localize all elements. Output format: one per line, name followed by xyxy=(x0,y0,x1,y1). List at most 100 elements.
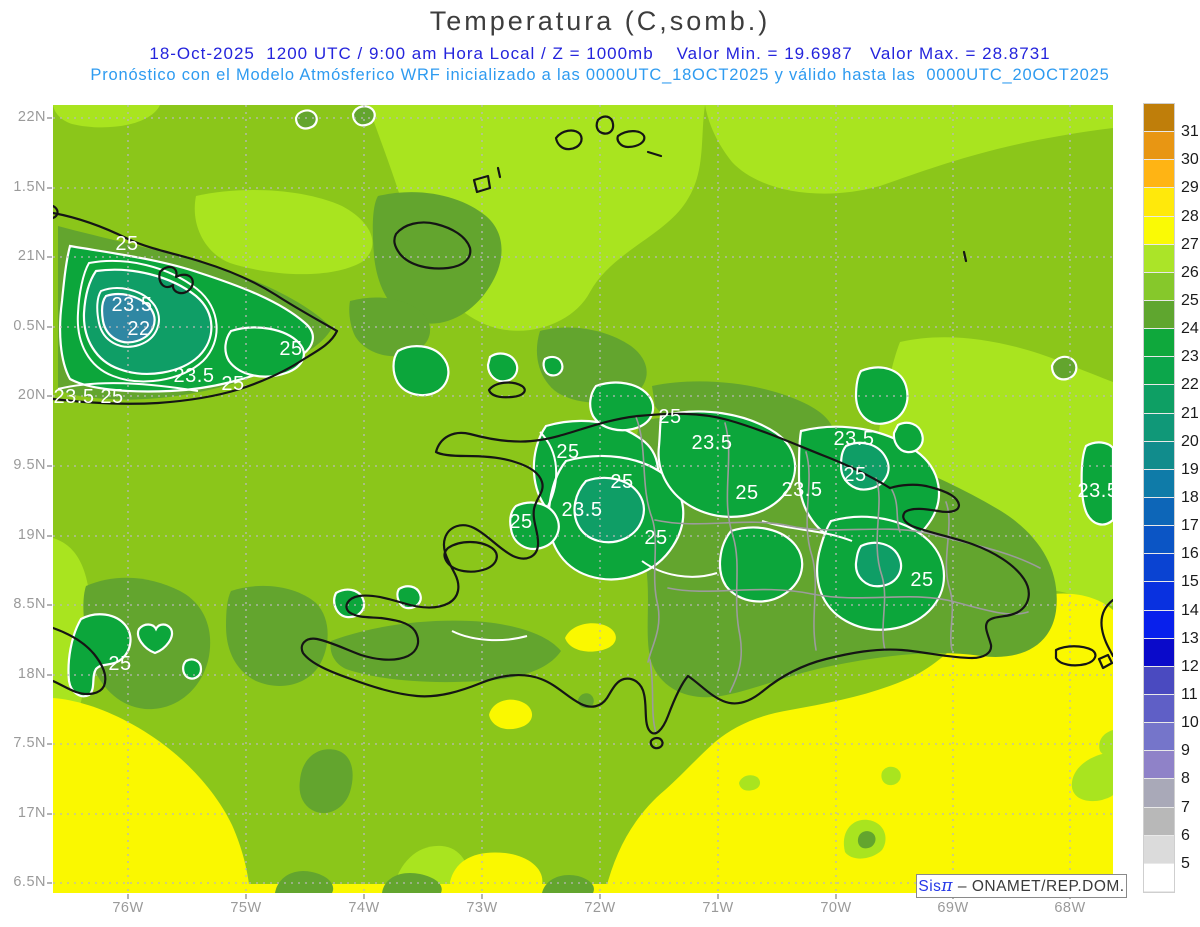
contour-value-label: 22 xyxy=(127,318,150,340)
lat-tick-label: 1.5N xyxy=(0,179,46,195)
colorbar-segment xyxy=(1144,470,1174,498)
colorbar-segment xyxy=(1144,414,1174,442)
colorbar-segment xyxy=(1144,498,1174,526)
lon-tick-label: 75W xyxy=(223,900,269,916)
lat-tick-label: 17N xyxy=(0,805,46,821)
colorbar-segment xyxy=(1144,695,1174,723)
contour-value-label: 25 xyxy=(735,482,758,504)
lon-tick-label: 71W xyxy=(695,900,741,916)
colorbar-segment xyxy=(1144,554,1174,582)
contour-value-label: 23.5 xyxy=(782,479,823,501)
colorbar-tick-label: 10 xyxy=(1181,714,1199,732)
colorbar-segment xyxy=(1144,160,1174,188)
colorbar-tick-label: 12 xyxy=(1181,658,1199,676)
colorbar-tick-label: 20 xyxy=(1181,433,1199,451)
contour-value-label: 23.5 xyxy=(692,432,733,454)
lon-tick-label: 76W xyxy=(105,900,151,916)
colorbar-segment xyxy=(1144,723,1174,751)
colorbar-segment xyxy=(1144,273,1174,301)
contour-value-label: 25 xyxy=(658,406,681,428)
colorbar-tick-label: 8 xyxy=(1181,770,1190,788)
colorbar-segment xyxy=(1144,385,1174,413)
pi-icon: π xyxy=(941,876,953,896)
sispi-logo-text: Sis xyxy=(918,878,941,895)
colorbar-segment xyxy=(1144,357,1174,385)
colorbar-segment xyxy=(1144,245,1174,273)
contour-value-label: 25 xyxy=(610,471,633,493)
lat-tick-label: 22N xyxy=(0,109,46,125)
credit-text: – ONAMET/REP.DOM. xyxy=(953,878,1125,895)
lat-tick-label: 19N xyxy=(0,527,46,543)
contour-value-label: 23.5 xyxy=(1078,480,1119,502)
colorbar-tick-label: 26 xyxy=(1181,264,1199,282)
contour-value-label: 25 xyxy=(910,569,933,591)
colorbar-segment xyxy=(1144,188,1174,216)
lon-tick-label: 70W xyxy=(813,900,859,916)
colorbar-segment xyxy=(1144,301,1174,329)
colorbar-segment xyxy=(1144,582,1174,610)
contour-value-label: 23.5 xyxy=(54,386,95,408)
colorbar-segment xyxy=(1144,329,1174,357)
colorbar-tick-label: 6 xyxy=(1181,827,1190,845)
contour-value-label: 25 xyxy=(279,338,302,360)
colorbar xyxy=(1143,103,1175,893)
lat-tick-label: 0.5N xyxy=(0,318,46,334)
weather-chart-page: Temperatura (C,somb.) 18-Oct-2025 1200 U… xyxy=(0,0,1200,927)
contour-value-label: 25 xyxy=(644,527,667,549)
colorbar-tick-label: 19 xyxy=(1181,461,1199,479)
colorbar-segment xyxy=(1144,751,1174,779)
colorbar-segment xyxy=(1144,808,1174,836)
colorbar-tick-label: 14 xyxy=(1181,602,1199,620)
colorbar-tick-label: 31 xyxy=(1181,123,1199,141)
credit-box: Sisπ – ONAMET/REP.DOM. xyxy=(916,874,1127,898)
contour-value-label: 25 xyxy=(115,233,138,255)
colorbar-tick-label: 25 xyxy=(1181,292,1199,310)
colorbar-tick-label: 15 xyxy=(1181,573,1199,591)
contour-value-label: 25 xyxy=(108,653,131,675)
lon-tick-label: 69W xyxy=(930,900,976,916)
lon-tick-label: 72W xyxy=(577,900,623,916)
colorbar-tick-label: 27 xyxy=(1181,236,1199,254)
colorbar-segment xyxy=(1144,836,1174,864)
contour-value-label: 23.5 xyxy=(112,294,153,316)
colorbar-segment xyxy=(1144,526,1174,554)
colorbar-segment xyxy=(1144,779,1174,807)
lat-tick-label: 18N xyxy=(0,666,46,682)
colorbar-tick-label: 22 xyxy=(1181,376,1199,394)
colorbar-tick-label: 29 xyxy=(1181,179,1199,197)
colorbar-tick-label: 30 xyxy=(1181,151,1199,169)
colorbar-tick-label: 7 xyxy=(1181,799,1190,817)
colorbar-tick-label: 23 xyxy=(1181,348,1199,366)
lon-tick-label: 73W xyxy=(459,900,505,916)
lat-tick-label: 20N xyxy=(0,387,46,403)
colorbar-tick-label: 9 xyxy=(1181,742,1190,760)
contour-value-label: 23.5 xyxy=(834,428,875,450)
colorbar-tick-label: 17 xyxy=(1181,517,1199,535)
lat-tick-label: 9.5N xyxy=(0,457,46,473)
contour-value-label: 25 xyxy=(509,511,532,533)
colorbar-segment xyxy=(1144,442,1174,470)
colorbar-segment xyxy=(1144,104,1174,132)
colorbar-tick-label: 16 xyxy=(1181,545,1199,563)
contour-value-label: 25 xyxy=(556,441,579,463)
map-canvas: 2523.5222523.52523.5252523.5252523.52525… xyxy=(0,0,1200,927)
lat-tick-label: 8.5N xyxy=(0,596,46,612)
colorbar-segment xyxy=(1144,611,1174,639)
colorbar-segment xyxy=(1144,864,1174,892)
contour-value-label: 23.5 xyxy=(174,365,215,387)
contour-value-label: 23.5 xyxy=(562,499,603,521)
lat-tick-label: 6.5N xyxy=(0,874,46,890)
colorbar-segment xyxy=(1144,132,1174,160)
contour-value-label: 25 xyxy=(100,386,123,408)
lon-tick-label: 74W xyxy=(341,900,387,916)
colorbar-tick-label: 21 xyxy=(1181,405,1199,423)
colorbar-tick-label: 5 xyxy=(1181,855,1190,873)
temperature-field: 2523.5222523.52523.5252523.5252523.52525… xyxy=(53,105,1118,893)
colorbar-tick-label: 11 xyxy=(1181,686,1198,704)
colorbar-segment xyxy=(1144,639,1174,667)
colorbar-tick-label: 13 xyxy=(1181,630,1199,648)
colorbar-segment xyxy=(1144,667,1174,695)
colorbar-tick-label: 28 xyxy=(1181,208,1199,226)
colorbar-tick-label: 18 xyxy=(1181,489,1199,507)
lon-tick-label: 68W xyxy=(1047,900,1093,916)
